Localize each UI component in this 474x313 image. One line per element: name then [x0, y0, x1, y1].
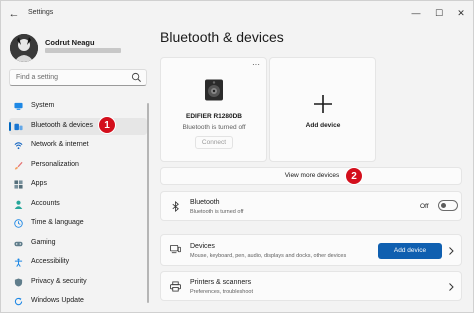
sidebar-item-apps[interactable]: Apps — [9, 176, 147, 193]
gamepad-icon — [14, 241, 23, 247]
sidebar-item-label: Network & internet — [31, 141, 89, 148]
devices-subtitle: Mouse, keyboard, pen, audio, displays an… — [190, 253, 347, 259]
accessibility-icon — [14, 258, 23, 267]
annotation-badge-1: 1 — [98, 116, 116, 134]
printers-title: Printers & scanners — [190, 279, 252, 286]
connect-button[interactable]: Connect — [195, 136, 233, 149]
devices-title: Devices — [190, 243, 215, 250]
bluetooth-title: Bluetooth — [190, 199, 220, 206]
add-device-button[interactable]: Add device — [378, 243, 442, 259]
sidebar-item-label: Personalization — [31, 161, 79, 168]
sidebar-item-accessibility[interactable]: Accessibility — [9, 254, 147, 271]
brush-icon — [14, 161, 23, 170]
devices-row[interactable]: Devices Mouse, keyboard, pen, audio, dis… — [160, 234, 462, 266]
bluetooth-toggle-state: Off — [420, 203, 429, 210]
add-device-card[interactable]: Add device — [269, 57, 376, 162]
sidebar-item-privacy-security[interactable]: Privacy & security — [9, 274, 147, 291]
system-icon — [14, 102, 23, 110]
search-placeholder: Find a setting — [16, 74, 59, 81]
sidebar-item-system[interactable]: System — [9, 98, 147, 115]
sidebar-item-label: Time & language — [31, 219, 84, 226]
close-button[interactable]: ✕ — [454, 6, 468, 20]
speaker-icon — [205, 79, 223, 101]
device-card[interactable]: ··· EDIFIER R1280DB Bluetooth is turned … — [160, 57, 267, 162]
devices-icon — [170, 244, 181, 254]
annotation-badge-2: 2 — [345, 167, 363, 185]
sidebar-item-label: Accounts — [31, 200, 60, 207]
avatar[interactable] — [10, 34, 38, 62]
printers-subtitle: Preferences, troubleshoot — [190, 289, 253, 295]
search-icon — [131, 72, 141, 82]
wifi-icon — [14, 142, 23, 150]
bluetooth-devices-icon — [14, 123, 23, 131]
app-title: Settings — [28, 9, 54, 16]
page-title: Bluetooth & devices — [160, 29, 284, 45]
bluetooth-row: Bluetooth Bluetooth is turned off Off — [160, 191, 462, 221]
minimize-button[interactable]: — — [409, 6, 423, 20]
sidebar-item-network[interactable]: Network & internet — [9, 137, 147, 154]
device-status: Bluetooth is turned off — [182, 124, 246, 131]
sidebar-item-gaming[interactable]: Gaming — [9, 235, 147, 252]
maximize-button[interactable]: ☐ — [432, 6, 446, 20]
sidebar-item-label: Privacy & security — [31, 278, 87, 285]
sidebar-item-label: System — [31, 102, 55, 109]
bluetooth-subtitle: Bluetooth is turned off — [190, 209, 244, 215]
sidebar-item-label: Accessibility — [31, 258, 70, 265]
avatar-image — [10, 34, 38, 62]
chevron-right-icon — [449, 247, 454, 255]
toggle-knob — [441, 203, 446, 208]
sidebar-item-label: Windows Update — [31, 297, 84, 304]
printers-scanners-row[interactable]: Printers & scanners Preferences, trouble… — [160, 271, 462, 301]
back-button[interactable]: ← — [7, 7, 21, 21]
add-device-label: Add device — [305, 122, 341, 129]
sidebar-item-label: Gaming — [31, 239, 56, 246]
update-icon — [14, 297, 23, 306]
globe-clock-icon — [14, 219, 23, 228]
user-email-redacted — [45, 48, 121, 53]
plus-icon — [314, 95, 332, 113]
apps-icon — [14, 180, 23, 189]
more-options-icon[interactable]: ··· — [252, 60, 260, 69]
bluetooth-toggle[interactable] — [438, 200, 458, 211]
device-name: EDIFIER R1280DB — [186, 113, 242, 120]
user-name: Codrut Neagu — [45, 38, 95, 47]
sidebar-item-time-language[interactable]: Time & language — [9, 215, 147, 232]
view-more-label: View more devices — [284, 172, 340, 179]
sidebar-item-bluetooth-devices[interactable]: Bluetooth & devices — [9, 118, 147, 135]
shield-icon — [14, 278, 23, 287]
printer-icon — [170, 281, 181, 292]
bluetooth-icon — [172, 201, 179, 212]
title-bar: ← Settings — ☐ ✕ — [1, 1, 474, 27]
accounts-icon — [14, 200, 23, 209]
sidebar-item-windows-update[interactable]: Windows Update — [9, 293, 147, 310]
sidebar-scrollbar[interactable] — [147, 103, 149, 303]
search-input[interactable]: Find a setting — [9, 69, 147, 86]
sidebar-item-accounts[interactable]: Accounts — [9, 196, 147, 213]
sidebar-item-label: Apps — [31, 180, 47, 187]
view-more-devices-button[interactable]: View more devices — [160, 167, 462, 185]
sidebar-item-label: Bluetooth & devices — [31, 122, 93, 129]
chevron-right-icon — [449, 283, 454, 291]
sidebar-item-personalization[interactable]: Personalization — [9, 157, 147, 174]
